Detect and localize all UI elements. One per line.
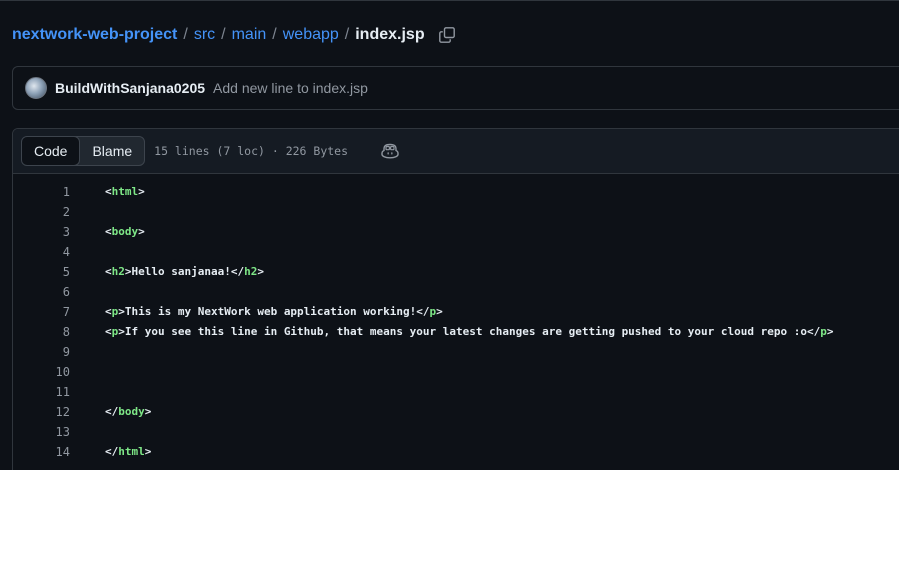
code-text: >This is my NextWork web application wor… (118, 305, 430, 318)
code-text: > (257, 265, 264, 278)
line-content: <p>This is my NextWork web application w… (70, 302, 443, 322)
code-tag-name: html (111, 185, 139, 198)
code-line: 6 (13, 282, 899, 302)
commit-message-link[interactable]: Add new line to index.jsp (213, 80, 368, 96)
copilot-icon (381, 143, 399, 159)
file-stats: 15 lines (7 loc) · 226 Bytes (154, 144, 349, 158)
line-content (70, 202, 105, 222)
code-text: < (105, 185, 112, 198)
code-text: </ (105, 445, 119, 458)
code-tag-name: html (118, 445, 145, 458)
file-header: Code Blame 15 lines (7 loc) · 226 Bytes (13, 129, 899, 174)
line-number[interactable]: 4 (13, 242, 70, 262)
code-line: 2 (13, 202, 899, 222)
latest-commit-bar: BuildWithSanjana0205 Add new line to ind… (12, 66, 899, 110)
line-content (70, 242, 105, 262)
line-number[interactable]: 12 (13, 402, 70, 422)
line-number[interactable]: 5 (13, 262, 70, 282)
line-number[interactable]: 11 (13, 382, 70, 402)
copy-path-button[interactable] (437, 25, 457, 45)
code-line: 11 (13, 382, 899, 402)
code-text: > (144, 405, 152, 418)
code-text: < (105, 325, 112, 338)
line-content: </body> (70, 402, 151, 422)
code-text: > (138, 225, 145, 238)
line-content: <html> (70, 182, 145, 202)
code-text: > (144, 445, 152, 458)
breadcrumb: nextwork-web-project / src / main / weba… (12, 23, 457, 47)
line-content: <h2>Hello sanjanaa!</h2> (70, 262, 264, 282)
line-number[interactable]: 10 (13, 362, 70, 382)
code-tag-name: p (820, 325, 827, 338)
code-line: 12 </body> (13, 402, 899, 422)
code-line: 14 </html> (13, 442, 899, 462)
code-tab[interactable]: Code (22, 137, 81, 165)
copy-icon (438, 27, 455, 43)
code-tag-name: h2 (111, 265, 125, 278)
code-text: > (436, 305, 443, 318)
code-line: 4 (13, 242, 899, 262)
code-text: < (105, 305, 112, 318)
line-content: <body> (70, 222, 145, 242)
line-content: < p>If you see this line in Github, that … (70, 322, 834, 342)
top-divider (0, 0, 899, 1)
code-text: < (105, 225, 112, 238)
code-tag-name: h2 (244, 265, 258, 278)
line-content (70, 282, 105, 302)
line-number[interactable]: 6 (13, 282, 70, 302)
line-content (70, 382, 105, 402)
line-number[interactable]: 2 (13, 202, 70, 222)
line-number[interactable]: 13 (13, 422, 70, 442)
code-tag-name: body (118, 405, 145, 418)
breadcrumb-link-src[interactable]: src (194, 26, 215, 44)
breadcrumb-separator: / (221, 26, 226, 43)
code-text: < (105, 265, 112, 278)
code-line: 5 <h2>Hello sanjanaa!</h2> (13, 262, 899, 282)
file-content-box: Code Blame 15 lines (7 loc) · 226 Bytes … (12, 128, 899, 470)
line-number[interactable]: 14 (13, 442, 70, 462)
line-number[interactable]: 3 (13, 222, 70, 242)
code-view: 1 <html> 2 3 <body> 4 5 <h2>Hello sanjanaa!</h2… (13, 174, 899, 462)
breadcrumb-current-file: index.jsp (355, 26, 425, 43)
code-text: >If you see this line in Github, that me… (118, 325, 821, 338)
copilot-button[interactable] (380, 141, 400, 161)
line-content (70, 362, 105, 382)
commit-author-link[interactable]: BuildWithSanjana0205 (55, 80, 205, 96)
code-line: 10 (13, 362, 899, 382)
code-text: > (138, 185, 145, 198)
blame-tab[interactable]: Blame (80, 137, 144, 165)
line-number[interactable]: 8 (13, 322, 70, 342)
code-line: 13 (13, 422, 899, 442)
line-number[interactable]: 9 (13, 342, 70, 362)
code-line: 9 (13, 342, 899, 362)
code-line: 3 <body> (13, 222, 899, 242)
breadcrumb-repo-link[interactable]: nextwork-web-project (12, 26, 177, 44)
code-text: > (826, 325, 834, 338)
breadcrumb-separator: / (272, 26, 277, 43)
file-view: nextwork-web-project / src / main / weba… (0, 0, 899, 470)
breadcrumb-separator: / (183, 26, 188, 43)
code-text: >Hello sanjanaa!</ (124, 265, 245, 278)
code-line: 8 < p>If you see this line in Github, that… (13, 322, 899, 342)
code-line: 1 <html> (13, 182, 899, 202)
breadcrumb-link-main[interactable]: main (232, 26, 267, 44)
line-content (70, 342, 105, 362)
code-text: </ (105, 405, 119, 418)
code-line: 7 <p>This is my NextWork web application … (13, 302, 899, 322)
user-avatar[interactable] (25, 77, 47, 99)
line-content (70, 422, 105, 442)
line-number[interactable]: 1 (13, 182, 70, 202)
view-toggle: Code Blame (21, 136, 146, 166)
code-tag-name: body (111, 225, 139, 238)
breadcrumb-separator: / (344, 26, 350, 43)
breadcrumb-link-webapp[interactable]: webapp (283, 26, 339, 44)
line-content: </html> (70, 442, 151, 462)
line-number[interactable]: 7 (13, 302, 70, 322)
